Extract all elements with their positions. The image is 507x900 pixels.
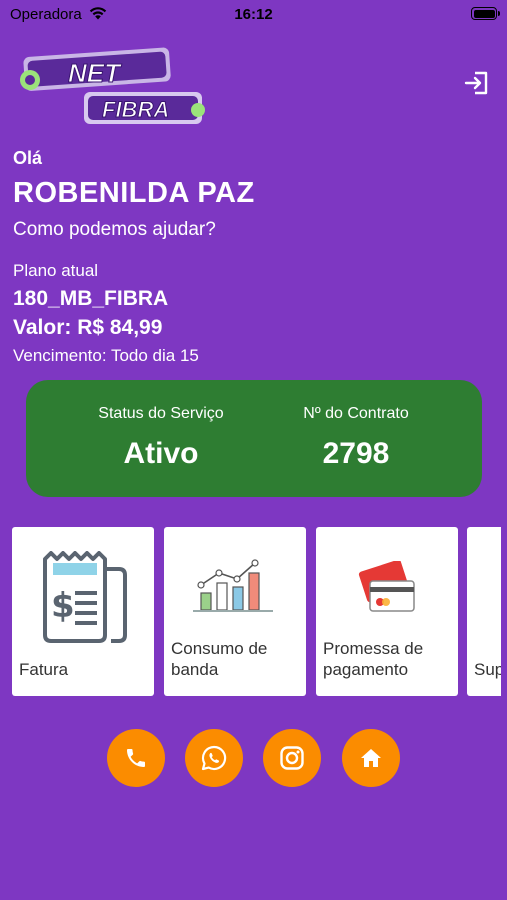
support-tile-label: Sup — [474, 660, 501, 679]
phone-icon — [127, 749, 145, 767]
invoice-icon: $ — [43, 551, 127, 643]
plan-name: 180_MB_FIBRA — [13, 287, 169, 310]
instagram-icon — [280, 746, 304, 770]
invoice-tile[interactable]: $ Fatura — [12, 527, 154, 696]
home-icon — [361, 749, 381, 767]
help-text: Como podemos ajudar? — [13, 219, 216, 240]
credit-card-icon — [358, 561, 415, 612]
whatsapp-icon — [201, 745, 227, 771]
unet-fibra-logo: NET FIBRA — [20, 47, 205, 124]
contact-buttons — [0, 729, 507, 787]
support-tile[interactable]: Sup — [467, 527, 501, 696]
logout-icon[interactable] — [464, 70, 490, 96]
logo-text-net: NET — [68, 58, 122, 88]
svg-text:$: $ — [51, 586, 75, 626]
logo-text-fibra: FIBRA — [102, 97, 169, 122]
bar-chart-icon — [193, 559, 273, 612]
user-name: ROBENILDA PAZ — [13, 177, 255, 209]
plan-value: Valor: R$ 84,99 — [13, 316, 163, 339]
plan-label: Plano atual — [13, 261, 99, 280]
home-button[interactable] — [342, 729, 400, 787]
contract-number-value: 2798 — [322, 437, 390, 470]
due-date: Vencimento: Todo dia 15 — [13, 346, 199, 365]
greeting: Olá — [13, 148, 43, 168]
battery-icon — [471, 7, 500, 20]
payment-promise-tile[interactable]: Promessa de pagamento — [316, 527, 458, 696]
invoice-tile-label: Fatura — [19, 660, 69, 679]
service-status-card: Status do Serviço Ativo Nº do Contrato 2… — [26, 380, 482, 497]
clock: 16:12 — [234, 6, 273, 23]
whatsapp-button[interactable] — [185, 729, 243, 787]
contract-number-label: Nº do Contrato — [303, 405, 409, 422]
service-status-value: Ativo — [123, 437, 199, 470]
payment-promise-label-line2: pagamento — [323, 660, 409, 679]
status-bar: Operadora 16:12 — [0, 0, 507, 28]
instagram-button[interactable] — [263, 729, 321, 787]
payment-promise-label-line1: Promessa de — [323, 639, 424, 658]
services-carousel[interactable]: $ Fatura Consumo de banda Promessa de pa… — [12, 527, 501, 697]
bandwidth-usage-tile[interactable]: Consumo de banda — [164, 527, 306, 696]
bandwidth-usage-label-line1: Consumo de — [171, 639, 268, 658]
service-status-label: Status do Serviço — [98, 405, 224, 422]
phone-button[interactable] — [107, 729, 165, 787]
bandwidth-usage-label-line2: banda — [171, 660, 219, 679]
